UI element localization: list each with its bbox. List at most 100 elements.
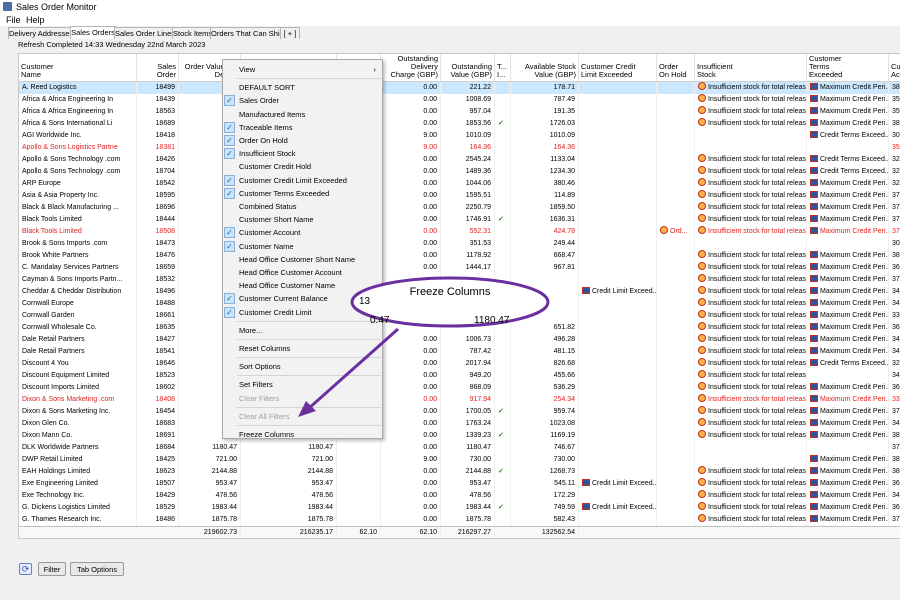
menu-item-insufficient-stock[interactable]: ✓ Insufficient Stock [223, 147, 382, 160]
column-header-5[interactable]: Outstanding Delivery Charge (GBP) [381, 54, 441, 81]
menu-file[interactable]: File [6, 15, 21, 25]
table-row[interactable]: Apollo & Sons Logistics Partne1838119.00… [19, 142, 900, 154]
cell-text: C. Mandalay Services Partners [22, 264, 119, 271]
cell-text: 0.00 [423, 492, 437, 499]
table-row[interactable]: G. Thames Research Inc. 18486 1875.78 1875.… [19, 514, 900, 526]
table-row[interactable]: Black Tools Limited1850850.00552.31424.7… [19, 226, 900, 238]
cell-hold [657, 358, 695, 370]
table-row[interactable]: Africa & Africa Engineering In18439100.0… [19, 94, 900, 106]
column-header-0[interactable]: Customer Name [19, 54, 137, 81]
menu-item-customer-name[interactable]: ✓ Customer Name [223, 240, 382, 253]
filter-button[interactable]: Filter [38, 562, 66, 576]
tab-delivery-addresses[interactable]: Delivery Addresses [8, 27, 73, 39]
table-row[interactable]: A. Reed Logistics1849920.00221.22178.71I… [19, 82, 900, 94]
menu-item-customer-credit-limit-exceeded[interactable]: ✓ Customer Credit Limit Exceeded [223, 174, 382, 187]
cell-text: 18439 [155, 96, 175, 103]
menu-item-freeze-columns[interactable]: Freeze Columns [223, 428, 382, 441]
cell-text: Insufficient stock for total release [708, 324, 807, 331]
menu-item-order-on-hold[interactable]: ✓ Order On Hold [223, 134, 382, 147]
cell-text: 18523 [155, 372, 175, 379]
cell-text: 1983.44 [307, 504, 333, 511]
tab-sales-orders[interactable]: Sales Orders [70, 26, 116, 39]
credit-warning-icon [810, 263, 818, 270]
cell-text: Maximum Credit Peri... [820, 480, 889, 487]
table-row[interactable]: Dixon & Sons Marketing Inc.18454170.0017… [19, 406, 900, 418]
menu-item-customer-account[interactable]: ✓ Customer Account [223, 226, 382, 239]
table-row[interactable]: Black Tools Limited18444170.001746.91✓16… [19, 214, 900, 226]
menu-item-sales-order[interactable]: ✓ Sales Order [223, 94, 382, 107]
warning-icon [698, 418, 706, 426]
tab-stock-items[interactable]: Stock Items [172, 27, 212, 39]
tab-sales-order-lines[interactable]: Sales Order Lines [114, 27, 175, 39]
table-row[interactable]: Discount Imports Limited1860280.00868.09… [19, 382, 900, 394]
table-row[interactable]: Exe Engineering Limited 18507 953.47 953.47… [19, 478, 900, 490]
table-row[interactable]: Discount Equipment Limited1852390.00949.… [19, 370, 900, 382]
table-row[interactable]: Dixon Glen Co.18683170.001763.241023.08I… [19, 418, 900, 430]
menu-item-label: Customer Account [239, 228, 301, 238]
table-row[interactable]: Asia & Asia Property Inc.18595150.001595… [19, 190, 900, 202]
table-row[interactable]: Apollo & Sons Technology .com18426250.00… [19, 154, 900, 166]
table-row[interactable]: EAH Holdings Limited 18623 2144.88 2144.88 0… [19, 466, 900, 478]
table-row[interactable]: Black & Black Manufacturing ...18696220.… [19, 202, 900, 214]
table-row[interactable]: C. Mandalay Services Partners18659140.00… [19, 262, 900, 274]
table-row[interactable]: Discount 4 You18646200.002017.94826.68In… [19, 358, 900, 370]
menu-item-default-sort[interactable]: DEFAULT SORT [223, 81, 382, 94]
credit-warning-icon [810, 95, 818, 102]
refresh-icon[interactable]: ⟳ [19, 563, 32, 575]
menu-item-manufactured-items[interactable]: Manufactured Items [223, 108, 382, 121]
table-row[interactable]: Dixon Mann Co.18691130.001339.23✓1169.19… [19, 430, 900, 442]
column-header-10[interactable]: Order On Hold [657, 54, 695, 81]
credit-warning-icon [810, 167, 818, 174]
table-row[interactable]: Dale Retail Partners18427100.001006.7349… [19, 334, 900, 346]
cell-tick: ✓ [495, 502, 511, 514]
tab-orders-that-can-ship[interactable]: Orders That Can Ship [210, 27, 284, 39]
cell-text: 18529 [155, 504, 175, 511]
menu-item-traceable-items[interactable]: ✓ Traceable Items [223, 121, 382, 134]
cell-text: Insufficient stock for total release [708, 84, 807, 91]
table-row[interactable]: Africa & Africa Engineering In1856390.00… [19, 106, 900, 118]
table-row[interactable]: DWP Retail Limited 18425 721.00 721.00 9.00 7… [19, 454, 900, 466]
cell-acct: 3562 [889, 106, 900, 118]
column-header-7[interactable]: T... I... [495, 54, 511, 81]
menu-item-view[interactable]: View › [223, 63, 382, 76]
tab-options-button[interactable]: Tab Options [70, 562, 124, 576]
table-row[interactable]: Exe Technology Inc. 18429 478.56 478.56 0.00… [19, 490, 900, 502]
tab-add[interactable]: [ + ] [280, 27, 300, 39]
table-row[interactable]: Brook & Sons Imports .com1847330.00351.5… [19, 238, 900, 250]
cell-hold [657, 418, 695, 430]
cell-credit [579, 106, 657, 118]
table-row[interactable]: Apollo & Sons Technology .com18704140.00… [19, 166, 900, 178]
menu-item-customer-terms-exceeded[interactable]: ✓ Customer Terms Exceeded [223, 187, 382, 200]
menu-item-head-office-customer-short-name[interactable]: Head Office Customer Short Name [223, 253, 382, 266]
column-header-9[interactable]: Customer Credit Limit Exceeded [579, 54, 657, 81]
table-row[interactable]: DLK Worldwide Partners 18684 1180.47 1180.4… [19, 442, 900, 454]
column-header-11[interactable]: Insufficient Stock [695, 54, 807, 81]
cell-avail: 1023.08 [511, 418, 579, 430]
warning-icon [698, 154, 706, 162]
cell-text: Maximum Credit Peri... [820, 120, 889, 127]
cell-hold [657, 394, 695, 406]
column-header-1[interactable]: Sales Order [137, 54, 179, 81]
menu-item-combined-status[interactable]: Combined Status [223, 200, 382, 213]
table-row[interactable]: Dixon & Sons Marketing .com1840890.00917… [19, 394, 900, 406]
column-header-6[interactable]: Outstanding Value (GBP) [441, 54, 495, 81]
menu-item-customer-short-name[interactable]: Customer Short Name [223, 213, 382, 226]
column-header-12[interactable]: Customer Terms Exceeded [807, 54, 889, 81]
table-row[interactable]: Dale Retail Partners1854170.00787.42481.… [19, 346, 900, 358]
table-row[interactable]: Brook White Partners18476110.001178.9266… [19, 250, 900, 262]
table-row[interactable]: AGI Worldwide Inc.18418109.001010.091010… [19, 130, 900, 142]
cell-text: 1178.92 [466, 252, 491, 259]
column-header-13[interactable]: Custome Accoun [889, 54, 900, 81]
cell-insuff: Insufficient stock for total release [695, 274, 807, 286]
cell-hold [657, 454, 695, 466]
menu-help[interactable]: Help [26, 15, 45, 25]
menu-item-customer-credit-hold[interactable]: Customer Credit Hold [223, 160, 382, 173]
table-row[interactable]: Africa & Sons International Li18689180.0… [19, 118, 900, 130]
cell-hold: Ord... [657, 226, 695, 238]
cell-name: Brook & Sons Imports .com [19, 238, 137, 250]
warning-icon [698, 94, 706, 102]
table-row[interactable]: ARP Europe18542100.001044.06380.46Insuff… [19, 178, 900, 190]
column-header-8[interactable]: Available Stock Value (GBP) [511, 54, 579, 81]
table-row[interactable]: G. Dickens Logistics Limited 18529 1983.44… [19, 502, 900, 514]
cell-hold [657, 166, 695, 178]
